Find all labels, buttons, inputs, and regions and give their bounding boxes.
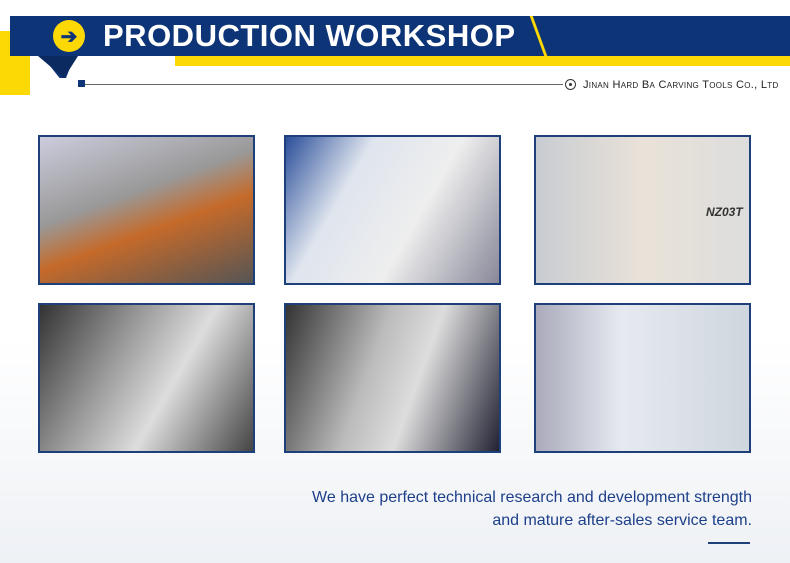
caption-underline	[708, 542, 750, 544]
divider	[85, 84, 563, 85]
page-title: PRODUCTION WORKSHOP	[103, 18, 516, 53]
target-icon	[565, 79, 576, 90]
caption-line-1: We have perfect technical research and d…	[312, 489, 752, 506]
photo-operator-machine: NZ03T	[534, 135, 751, 285]
machine-label: NZ03T	[706, 205, 743, 219]
yellow-accent-bar	[175, 56, 790, 66]
photo-cnc-machine-row	[284, 135, 501, 285]
photo-tool-grinding-closeup	[38, 303, 255, 453]
caption: We have perfect technical research and d…	[240, 486, 752, 532]
line-marker	[78, 80, 85, 87]
photo-five-axis-grinder	[534, 303, 751, 453]
photo-cnc-tool-grinding	[38, 135, 255, 285]
company-name: Jinan Hard Ba Carving Tools Co., Ltd	[583, 79, 779, 91]
arrow-right-circle-icon: ➔	[53, 20, 85, 52]
photo-inspection-workstation	[284, 303, 501, 453]
caption-line-2: and mature after-sales service team.	[492, 512, 752, 529]
